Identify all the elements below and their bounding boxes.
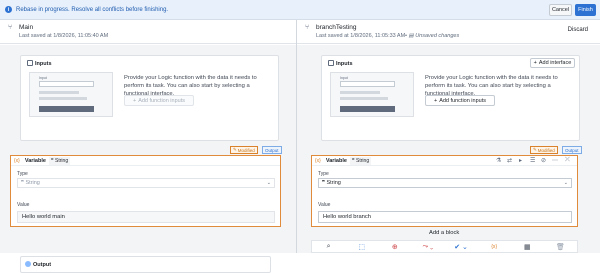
block-toolbar: ⌕ ⬚ ⊕ ⤳ ⌄ ✔ ⌄ {x} ▦ 🗑 (311, 240, 578, 253)
trash-icon[interactable]: 🗑 (544, 243, 577, 251)
variable-add-icon[interactable]: {x} (478, 244, 511, 250)
select-icon[interactable]: ⬚ (345, 243, 378, 251)
value-input[interactable]: Hello world branch (318, 211, 572, 223)
saved-timestamp: Last saved at 1/8/2026, 11:05:40 AM (19, 33, 109, 39)
stack-icon[interactable]: ☰ (530, 157, 535, 164)
flask-icon[interactable]: ⚗ (496, 157, 501, 164)
pane-header: ⑂ Main Last saved at 1/8/2026, 11:05:40 … (0, 20, 296, 44)
value-label: Value (17, 202, 30, 208)
branch-icon: ⑂ (8, 24, 13, 31)
type-label: Type (17, 171, 28, 177)
add-function-inputs-button[interactable]: + Add function inputs (425, 95, 495, 106)
cancel-button[interactable]: Cancel (549, 4, 572, 16)
type-label: Type (318, 171, 329, 177)
swap-icon[interactable]: ⇄ (507, 157, 512, 164)
inputs-icon (27, 60, 33, 66)
unsaved-indicator: • ▤ Unsaved changes (405, 33, 460, 39)
output-tag: Output (562, 146, 582, 154)
type-badge: ❞ String (48, 156, 71, 165)
inputs-icon (328, 60, 334, 66)
main-pane: ⑂ Main Last saved at 1/8/2026, 11:05:40 … (0, 20, 296, 273)
add-block-label: Add a block (429, 230, 460, 236)
finish-button[interactable]: Finish (575, 4, 596, 16)
branch-pane: ⑂ branchTesting Last saved at 1/8/2026, … (297, 20, 600, 253)
branch-action-icon[interactable]: ⤳ ⌄ (411, 243, 444, 251)
variable-block[interactable]: {x} Variable ❞ String Type ❞ String ⌄ Val… (10, 155, 281, 227)
saved-timestamp: Last saved at 1/8/2026, 11:05:33 AM (316, 33, 406, 39)
output-card: Output (20, 256, 271, 273)
inputs-header: Inputs (27, 60, 52, 67)
inputs-card: Inputs Input Provide your Logic function… (20, 55, 279, 141)
inputs-illustration: Input (29, 72, 113, 117)
variable-block[interactable]: {x} Variable ❞ String ⚗ ⇄ ▸ ☰ ⊘ ⋯ ⤫ Type… (311, 155, 578, 227)
variable-icon: {x} (14, 157, 20, 164)
chevron-down-icon: ⌄ (266, 180, 271, 186)
banner-message: Rebase in progress. Resolve all conflict… (16, 6, 169, 13)
collapse-icon[interactable]: ⤫ (565, 157, 570, 164)
rebase-banner: i Rebase in progress. Resolve all confli… (0, 0, 600, 20)
inputs-illustration: Input (330, 72, 414, 117)
variable-header: {x} Variable ❞ String ⚗ ⇄ ▸ ☰ ⊘ ⋯ ⤫ (312, 156, 577, 166)
more-icon[interactable]: ⋯ (552, 157, 558, 164)
variable-icon: {x} (315, 157, 321, 164)
pane-header: ⑂ branchTesting Last saved at 1/8/2026, … (297, 20, 600, 44)
branch-icon: ⑂ (305, 24, 310, 31)
output-icon (25, 261, 31, 267)
add-interface-button[interactable]: + Add interface (530, 58, 575, 68)
branch-name: branchTesting (316, 24, 357, 31)
type-badge: ❞ String (349, 156, 372, 165)
discard-button[interactable]: Discard (568, 27, 588, 33)
output-tag: Output (262, 146, 282, 154)
type-select[interactable]: ❞ String ⌄ (17, 178, 275, 188)
inputs-card: Inputs + Add interface Input Provide you… (321, 55, 580, 141)
inputs-header: Inputs (328, 60, 353, 67)
modified-tag: ✎ Modified (230, 146, 258, 154)
search-icon[interactable]: ⌕ (312, 243, 345, 251)
zoom-icon[interactable]: ⊕ (378, 243, 411, 251)
eye-off-icon[interactable]: ⊘ (541, 157, 546, 164)
play-icon[interactable]: ▸ (519, 157, 522, 164)
type-select[interactable]: ❞ String ⌄ (318, 178, 572, 188)
modified-tag: ✎ Modified (530, 146, 558, 154)
layout-icon[interactable]: ▦ (511, 243, 544, 251)
info-icon: i (5, 6, 12, 13)
chevron-down-icon: ⌄ (563, 180, 568, 186)
variable-header: {x} Variable ❞ String (11, 156, 280, 166)
branch-name: Main (19, 24, 34, 31)
value-label: Value (318, 202, 331, 208)
add-function-inputs-button[interactable]: + Add function inputs (124, 95, 194, 106)
value-input[interactable]: Hello world main (17, 211, 275, 223)
check-icon[interactable]: ✔ ⌄ (445, 243, 478, 251)
